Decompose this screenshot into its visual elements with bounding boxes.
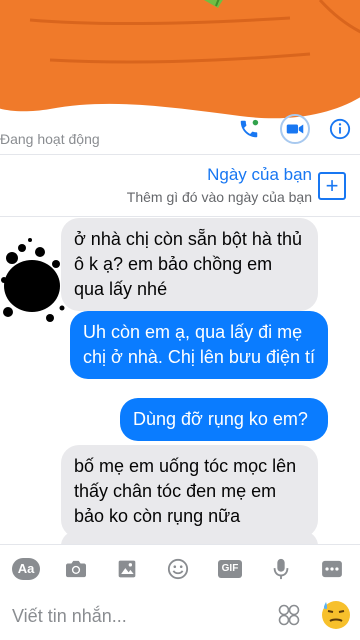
your-day-banner[interactable]: Ngày của bạn Thêm gì đó vào ngày của bạn… [0, 155, 360, 217]
text-format-icon: Aa [12, 558, 40, 580]
chat-header: Đang hoạt động [0, 0, 360, 155]
phone-call-button[interactable] [234, 114, 264, 144]
emoji-icon [167, 558, 189, 580]
more-options-button[interactable] [318, 555, 346, 583]
more-icon [322, 560, 342, 578]
message-bubble-outgoing[interactable]: Uh còn em ạ, qua lấy đi mẹ chị ở nhà. Ch… [70, 311, 328, 379]
message-text: Uh còn em ạ, qua lấy đi mẹ chị ở nhà. Ch… [83, 322, 315, 367]
message-bubble-incoming[interactable]: ở nhà chị còn sẵn bột hà thủ ô k ạ? em b… [61, 218, 318, 311]
your-day-title[interactable]: Ngày của bạn [207, 165, 312, 185]
message-bubble-incoming-partial[interactable] [61, 531, 318, 544]
message-bubble-incoming[interactable]: bố mẹ em uống tóc mọc lên thấy chân tóc … [61, 445, 318, 538]
your-day-subtitle: Thêm gì đó vào ngày của bạn [126, 189, 312, 205]
message-text: bố mẹ em uống tóc mọc lên thấy chân tóc … [74, 456, 297, 526]
video-call-button[interactable] [280, 114, 310, 144]
camera-button[interactable] [62, 555, 90, 583]
microphone-icon [273, 558, 289, 580]
face-grid-icon [278, 604, 300, 626]
plus-icon: + [325, 173, 339, 198]
camera-icon [66, 560, 86, 578]
messenger-chat-screen: Đang hoạt động Ngày của bạn Thêm gì đó v… [0, 0, 360, 640]
add-to-day-button[interactable]: + [318, 172, 346, 200]
info-icon [329, 118, 351, 140]
composer-toolbar: Aa GIF [0, 544, 360, 590]
message-composer: Viết tin nhắn... [0, 590, 360, 640]
emoji-button[interactable] [164, 555, 192, 583]
gif-icon: GIF [218, 560, 242, 578]
conversation-info-button[interactable] [325, 114, 355, 144]
video-icon [286, 124, 304, 134]
message-text: Dùng đỡ rụng ko em? [133, 409, 308, 429]
gif-button[interactable]: GIF [216, 555, 244, 583]
message-text: ở nhà chị còn sẵn bột hà thủ ô k ạ? em b… [74, 229, 302, 299]
text-format-button[interactable]: Aa [11, 555, 41, 583]
quick-reaction-button[interactable] [320, 599, 352, 631]
sweat-emoji-icon [322, 601, 350, 629]
image-icon [118, 560, 136, 578]
message-input[interactable]: Viết tin nhắn... [12, 606, 127, 627]
phone-icon [240, 119, 259, 138]
message-list[interactable]: ở nhà chị còn sẵn bột hà thủ ô k ạ? em b… [0, 218, 360, 544]
image-button[interactable] [113, 555, 141, 583]
message-bubble-outgoing[interactable]: Dùng đỡ rụng ko em? [120, 398, 328, 441]
quick-actions-button[interactable] [276, 602, 302, 628]
voice-message-button[interactable] [267, 555, 295, 583]
carrot-sticker-overlay [0, 0, 360, 119]
active-status: Đang hoạt động [0, 131, 100, 147]
